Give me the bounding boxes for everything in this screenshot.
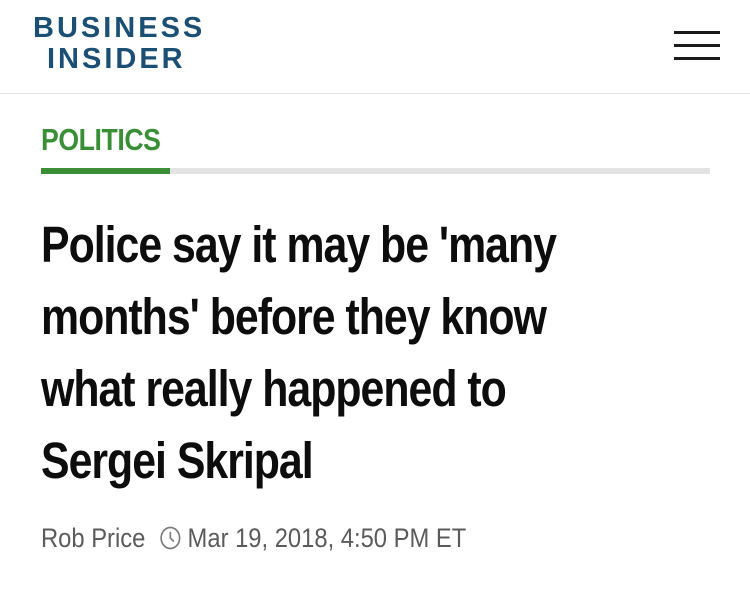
category-underline-track	[41, 168, 710, 174]
headline-line: months' before they know	[41, 288, 547, 345]
clock-icon	[159, 526, 180, 550]
headline-line: Sergei Skripal	[41, 432, 314, 489]
menu-bar-bottom	[674, 57, 720, 60]
menu-bar-top	[674, 31, 720, 34]
article-headline: Police say it may be 'many months' befor…	[41, 209, 679, 497]
hamburger-menu-icon[interactable]	[674, 29, 720, 63]
headline-line: what really happened to	[41, 360, 507, 417]
logo-line-insider: INSIDER	[47, 43, 186, 75]
category-underline-accent	[41, 168, 170, 174]
article-byline: Rob Price Mar 19, 2018, 4:50 PM ET	[41, 520, 466, 556]
publish-timestamp: Mar 19, 2018, 4:50 PM ET	[187, 522, 467, 553]
author-link[interactable]: Rob Price	[41, 523, 145, 554]
category-link-politics[interactable]: POLITICS	[41, 122, 161, 158]
business-insider-logo[interactable]: BUSINESS INSIDER	[33, 13, 205, 75]
site-header: BUSINESS INSIDER	[0, 0, 750, 94]
menu-bar-middle	[674, 44, 720, 47]
logo-line-business: BUSINESS	[33, 12, 206, 44]
headline-line: Police say it may be 'many	[41, 216, 557, 273]
